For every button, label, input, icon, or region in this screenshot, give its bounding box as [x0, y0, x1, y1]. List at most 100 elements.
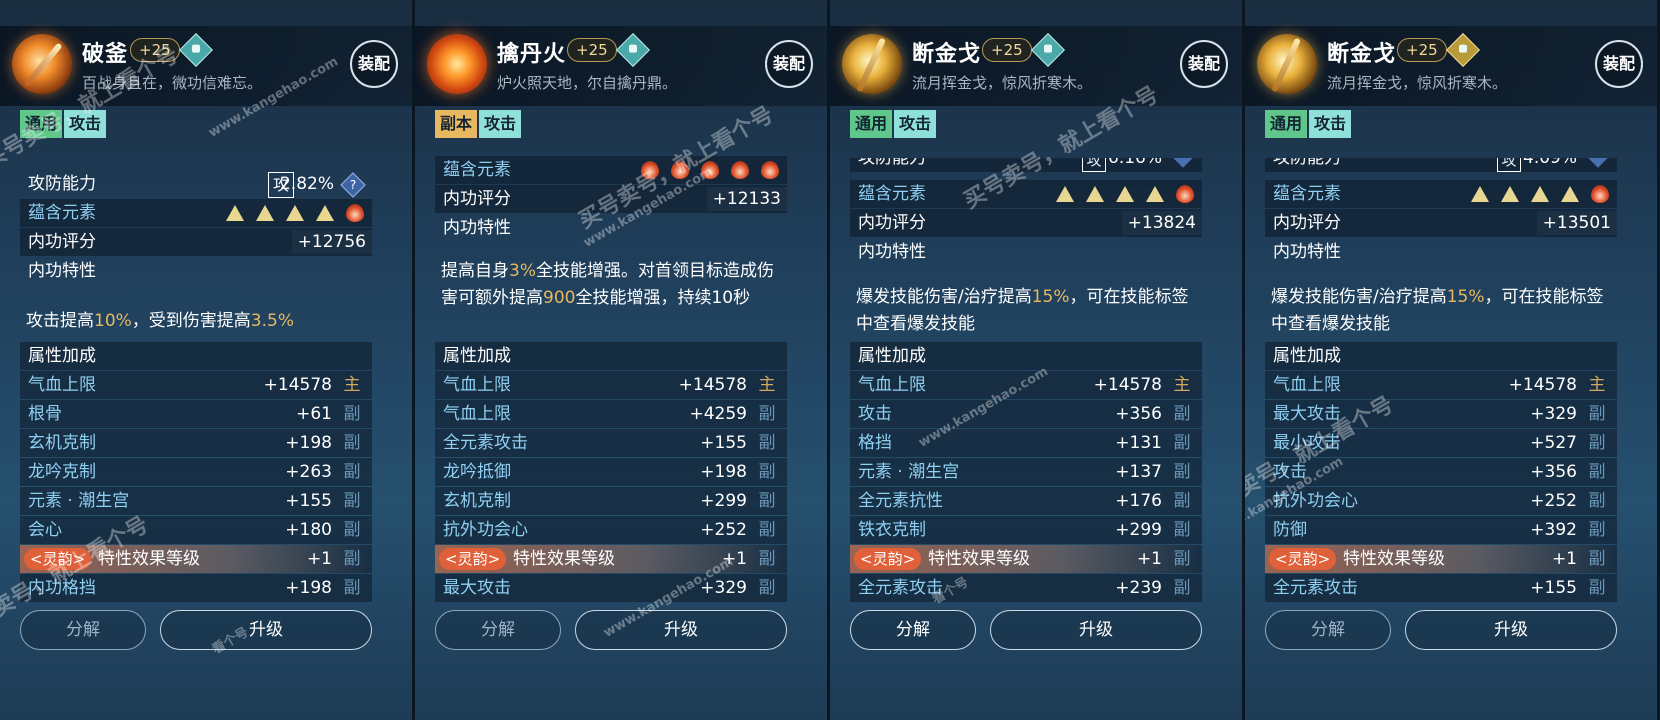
- metal-element-icon: [1471, 186, 1489, 202]
- sub-stat-mark: 副: [1588, 433, 1606, 453]
- stat-label: 全元素攻击: [443, 433, 528, 453]
- upgrade-button[interactable]: 升级: [575, 610, 787, 650]
- trait-description: 攻击提高10%，受到伤害提高3.5%: [26, 308, 372, 335]
- tag-group: 通用 攻击: [1265, 110, 1353, 138]
- trait-label: 内功特性: [1273, 242, 1341, 262]
- help-icon[interactable]: ?: [340, 172, 366, 198]
- sub-stat-mark: 副: [343, 520, 361, 540]
- enhance-level-badge: +25: [1397, 38, 1447, 62]
- equip-button[interactable]: 装配: [1595, 40, 1643, 88]
- stat-value: +356: [1115, 404, 1162, 424]
- stat-row: 龙吟抵御 +198 副: [435, 458, 787, 486]
- tag-group: 副本 攻击: [435, 110, 523, 138]
- trait-label: 内功特性: [443, 218, 511, 238]
- main-stat-mark: 主: [343, 375, 361, 395]
- stat-value: +198: [700, 462, 747, 482]
- tag-attack: 攻击: [1309, 110, 1352, 138]
- attr-header: 属性加成: [435, 342, 787, 370]
- score-value: +12133: [706, 187, 787, 211]
- stat-value: +329: [1530, 404, 1577, 424]
- stat-value: +392: [1530, 520, 1577, 540]
- stat-value: +180: [285, 520, 332, 540]
- attr-header: 属性加成: [1265, 342, 1617, 370]
- stat-value: +1: [721, 549, 747, 569]
- element-row: 蕴含元素: [1265, 180, 1617, 208]
- stat-value: +176: [1115, 491, 1162, 511]
- decompose-button[interactable]: 分解: [20, 610, 146, 650]
- resonance-row: <灵韵> 特性效果等级 +1 副: [1265, 545, 1617, 573]
- sub-stat-mark: 副: [758, 404, 776, 424]
- stat-list-top: 攻防能力 攻 2.82% ? 蕴含元素 内功评分 +12756 内功特性: [20, 170, 372, 286]
- tag-attack: 攻击: [64, 110, 107, 138]
- stat-value: +131: [1115, 433, 1162, 453]
- metal-element-icon: [316, 205, 334, 221]
- lock-icon[interactable]: [616, 33, 650, 67]
- tag-general: 通用: [20, 110, 63, 138]
- metal-element-icon: [1056, 186, 1074, 202]
- sub-stat-mark: 副: [343, 462, 361, 482]
- enhance-level-badge: +25: [567, 38, 617, 62]
- element-label: 蕴含元素: [443, 160, 511, 180]
- attr-header: 属性加成: [850, 342, 1202, 370]
- stat-label: 元素 · 潮生宫: [28, 491, 130, 511]
- attr-label: 属性加成: [443, 346, 511, 366]
- trait-highlight: 15%: [1031, 287, 1070, 307]
- element-row: 蕴含元素: [20, 199, 372, 227]
- stat-row: 龙吟克制 +263 副: [20, 458, 372, 486]
- help-icon[interactable]: [1170, 158, 1196, 168]
- score-row: 内功评分 +12756: [20, 228, 372, 256]
- equip-button[interactable]: 装配: [350, 40, 398, 88]
- ability-label: 攻防能力: [1273, 158, 1341, 168]
- upgrade-button[interactable]: 升级: [990, 610, 1202, 650]
- trait-description: 爆发技能伤害/治疗提高15%，可在技能标签中查看爆发技能: [1271, 284, 1617, 338]
- sub-stat-mark: 副: [343, 491, 361, 511]
- decompose-button[interactable]: 分解: [1265, 610, 1391, 650]
- stat-list-bottom: 属性加成 气血上限 +14578 主 气血上限 +4259 副 全元素攻击 +155 副 龙…: [435, 342, 787, 603]
- trait-text: 爆发技能伤害/治疗提高: [1271, 287, 1447, 307]
- element-label: 蕴含元素: [1273, 184, 1341, 204]
- item-header: 擒丹火 +25 炉火照天地，尔自擒丹鼎。 装配: [415, 26, 827, 106]
- stat-row: 全元素攻击 +155 副: [435, 429, 787, 457]
- stat-row: 抗外功会心 +252 副: [1265, 487, 1617, 515]
- stat-row: 根骨 +61 副: [20, 400, 372, 428]
- stat-label: 攻击: [858, 404, 892, 424]
- decompose-button[interactable]: 分解: [850, 610, 976, 650]
- stat-row: 元素 · 潮生宫 +155 副: [20, 487, 372, 515]
- fire-element-icon: [346, 204, 364, 222]
- stat-row: 气血上限 +14578 主: [1265, 371, 1617, 399]
- sub-stat-mark: 副: [1173, 520, 1191, 540]
- stat-value: +198: [285, 578, 332, 598]
- stat-row: 攻击 +356 副: [850, 400, 1202, 428]
- sub-stat-mark: 副: [343, 549, 361, 569]
- lock-icon[interactable]: [1446, 33, 1480, 67]
- stat-row: 全元素攻击 +155 副: [1265, 574, 1617, 602]
- stat-value: +299: [1115, 520, 1162, 540]
- score-label: 内功评分: [1273, 213, 1341, 233]
- stat-value: +14578: [1508, 375, 1577, 395]
- equip-button[interactable]: 装配: [1180, 40, 1228, 88]
- stat-row: 气血上限 +14578 主: [20, 371, 372, 399]
- decompose-button[interactable]: 分解: [435, 610, 561, 650]
- equip-button[interactable]: 装配: [765, 40, 813, 88]
- stat-label: 内功格挡: [28, 578, 96, 598]
- score-label: 内功评分: [28, 232, 96, 252]
- stat-label: 元素 · 潮生宫: [858, 462, 960, 482]
- upgrade-button[interactable]: 升级: [160, 610, 372, 650]
- sub-stat-mark: 副: [1588, 520, 1606, 540]
- trait-header: 内功特性: [435, 214, 787, 242]
- stat-row: 玄机克制 +299 副: [435, 487, 787, 515]
- help-icon[interactable]: [1585, 158, 1611, 168]
- item-header: 断金戈 +25 流月挥金戈，惊风折寒木。 装配: [1245, 26, 1657, 106]
- resonance-row: <灵韵> 特性效果等级 +1 副: [850, 545, 1202, 573]
- stat-value: +252: [700, 520, 747, 540]
- lock-icon[interactable]: [179, 33, 213, 67]
- upgrade-button[interactable]: 升级: [1405, 610, 1617, 650]
- stat-label: 气血上限: [443, 375, 511, 395]
- item-header: 破釜 +25 百战身且在，微功信难忘。 装配: [0, 26, 412, 106]
- ability-row: 攻防能力 攻 2.82% ?: [20, 170, 372, 198]
- stat-label: 气血上限: [858, 375, 926, 395]
- lock-icon[interactable]: [1031, 33, 1065, 67]
- attr-header: 属性加成: [20, 342, 372, 370]
- ability-value: 2.82%: [279, 174, 334, 194]
- item-description: 炉火照天地，尔自擒丹鼎。: [497, 74, 678, 92]
